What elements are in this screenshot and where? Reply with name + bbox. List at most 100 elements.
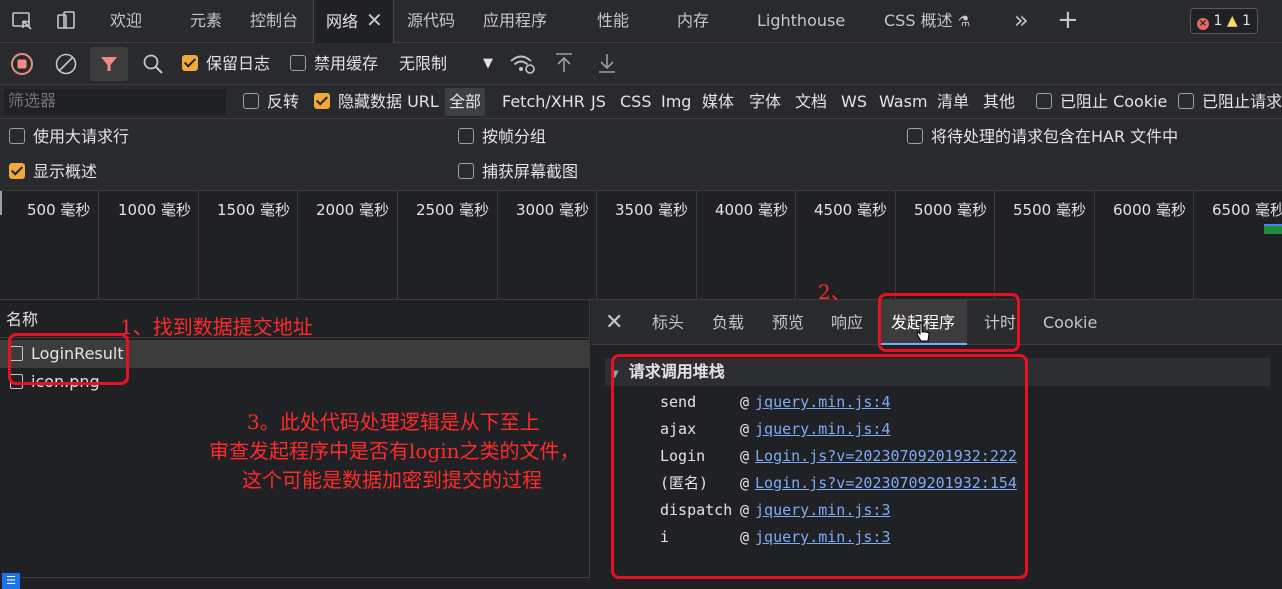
throttling-select[interactable]: 无限制 ▼: [399, 43, 495, 85]
capture-screenshots-label: 捕获屏幕截图: [482, 162, 579, 181]
filter-type-img[interactable]: Img: [661, 85, 691, 119]
tab-css-overview[interactable]: CSS 概述 ⚗: [884, 0, 970, 43]
timeline-tick-label: 6500 毫秒: [1212, 201, 1282, 219]
tab-response[interactable]: 响应: [831, 300, 863, 345]
capture-screenshots-checkbox[interactable]: 捕获屏幕截图: [458, 155, 578, 189]
tab-performance[interactable]: 性能: [597, 0, 629, 43]
annotation-step2: 2、: [818, 280, 851, 304]
hide-data-urls-label: 隐藏数据 URL: [338, 92, 439, 111]
checkbox-checked-icon: [314, 93, 330, 109]
timeline-gridline: [994, 191, 995, 300]
tab-headers[interactable]: 标头: [652, 300, 684, 345]
disable-cache-label: 禁用缓存: [314, 54, 379, 73]
checkbox-checked-icon: [182, 55, 198, 71]
hide-data-urls-checkbox[interactable]: 隐藏数据 URL: [314, 85, 439, 119]
timeline-gridline: [596, 191, 597, 300]
timeline-gridline: [1193, 191, 1194, 300]
import-har-icon[interactable]: [554, 43, 574, 85]
filter-icon[interactable]: [90, 47, 128, 81]
devtools-tabbar: 欢迎 元素 控制台 网络 ✕ 源代码 应用程序 性能 内存 Lighthouse …: [0, 0, 1282, 43]
filter-type-all[interactable]: 全部: [445, 88, 486, 116]
tab-css-overview-label: CSS 概述: [884, 11, 953, 30]
filter-type-doc[interactable]: 文档: [795, 85, 827, 119]
tab-application[interactable]: 应用程序: [483, 0, 547, 43]
inspect-element-icon[interactable]: [10, 0, 34, 43]
search-icon[interactable]: [142, 43, 164, 85]
invert-label: 反转: [267, 92, 300, 111]
filter-type-wasm[interactable]: Wasm: [879, 85, 928, 119]
timeline-cursor: [0, 191, 2, 215]
device-toolbar-icon[interactable]: [54, 0, 78, 43]
close-icon[interactable]: ✕: [366, 8, 383, 32]
timeline-tick-label: 5500 毫秒: [1013, 201, 1086, 219]
error-icon: ×: [1197, 18, 1209, 30]
filter-type-fetch-xhr[interactable]: Fetch/XHR: [502, 85, 585, 119]
filter-type-font[interactable]: 字体: [749, 85, 781, 119]
timeline-overview[interactable]: 500 毫秒 1000 毫秒 1500 毫秒 2000 毫秒 2500 毫秒 3…: [0, 191, 1282, 300]
tab-elements[interactable]: 元素: [190, 0, 222, 43]
checkbox-icon: [243, 93, 259, 109]
checkbox-icon: [1178, 93, 1194, 109]
blocked-requests-label: 已阻止请求: [1202, 92, 1282, 111]
large-rows-label: 使用大请求行: [33, 127, 130, 146]
include-pending-har-label: 将待处理的请求包含在HAR 文件中: [931, 127, 1179, 146]
stop-recording-icon[interactable]: [10, 43, 34, 85]
checkbox-checked-icon: [9, 163, 25, 179]
timeline-gridline: [198, 191, 199, 300]
filter-type-other[interactable]: 其他: [983, 85, 1015, 119]
filter-type-ws[interactable]: WS: [841, 85, 867, 119]
preserve-log-checkbox[interactable]: 保留日志: [182, 43, 270, 85]
status-bar: ☰: [0, 573, 590, 589]
timeline-tick-label: 3500 毫秒: [615, 201, 688, 219]
tab-network[interactable]: 网络 ✕: [313, 0, 394, 43]
tab-network-label: 网络: [326, 12, 359, 31]
chevron-down-icon: ▼: [483, 56, 493, 71]
disable-cache-checkbox[interactable]: 禁用缓存: [290, 43, 378, 85]
filter-type-manifest[interactable]: 清单: [937, 85, 969, 119]
tab-memory[interactable]: 内存: [677, 0, 709, 43]
tab-welcome[interactable]: 欢迎: [110, 0, 142, 43]
tab-lighthouse[interactable]: Lighthouse: [757, 0, 845, 43]
show-overview-checkbox[interactable]: 显示概述: [9, 155, 97, 189]
timeline-gridline: [795, 191, 796, 300]
group-by-frame-label: 按帧分组: [482, 127, 547, 146]
checkbox-icon: [1036, 93, 1052, 109]
tab-preview[interactable]: 预览: [772, 300, 804, 345]
annotation-step3-line1: 3。此处代码处理逻辑是从下至上: [247, 410, 540, 434]
tab-payload[interactable]: 负载: [712, 300, 744, 345]
close-icon[interactable]: ✕: [605, 300, 623, 345]
timeline-gridline: [297, 191, 298, 300]
timeline-tick-label: 5000 毫秒: [914, 201, 987, 219]
filter-type-css[interactable]: CSS: [620, 85, 651, 119]
issues-counter[interactable]: × 1 ▲ 1: [1190, 8, 1258, 34]
more-tabs-icon[interactable]: »: [1014, 0, 1029, 43]
timeline-tick-label: 1000 毫秒: [118, 201, 191, 219]
timeline-tick-label: 6000 毫秒: [1113, 201, 1186, 219]
filter-input[interactable]: [4, 89, 226, 115]
filter-type-media[interactable]: 媒体: [702, 85, 734, 119]
blocked-cookies-checkbox[interactable]: 已阻止 Cookie: [1036, 85, 1167, 119]
network-toolbar: 保留日志 禁用缓存 无限制 ▼: [0, 43, 1282, 85]
annotation-box-call-stack: [611, 354, 1028, 579]
timeline-tick-label: 1500 毫秒: [217, 201, 290, 219]
tab-sources[interactable]: 源代码: [407, 0, 455, 43]
filter-type-js[interactable]: JS: [591, 85, 606, 119]
export-har-icon[interactable]: [597, 43, 617, 85]
large-rows-checkbox[interactable]: 使用大请求行: [9, 120, 129, 154]
annotation-box-request: [8, 333, 129, 385]
flask-icon: ⚗: [957, 14, 971, 30]
network-conditions-icon[interactable]: [508, 43, 536, 85]
tab-cookies[interactable]: Cookie: [1043, 300, 1097, 345]
group-by-frame-checkbox[interactable]: 按帧分组: [458, 120, 546, 154]
filter-bar: 反转 隐藏数据 URL 全部 Fetch/XHR JS CSS Img 媒体 字…: [0, 85, 1282, 119]
preserve-log-label: 保留日志: [206, 54, 271, 73]
include-pending-har-checkbox[interactable]: 将待处理的请求包含在HAR 文件中: [907, 120, 1178, 154]
tab-console[interactable]: 控制台: [250, 0, 298, 43]
add-tab-icon[interactable]: +: [1057, 0, 1079, 43]
network-settings: 使用大请求行 按帧分组 将待处理的请求包含在HAR 文件中 显示概述 捕获屏幕截…: [0, 119, 1282, 191]
clear-icon[interactable]: [54, 43, 78, 85]
invert-checkbox[interactable]: 反转: [243, 85, 299, 119]
error-count: 1: [1213, 13, 1223, 29]
blocked-requests-checkbox[interactable]: 已阻止请求: [1178, 85, 1282, 119]
drawer-toggle-icon[interactable]: ☰: [2, 573, 20, 589]
